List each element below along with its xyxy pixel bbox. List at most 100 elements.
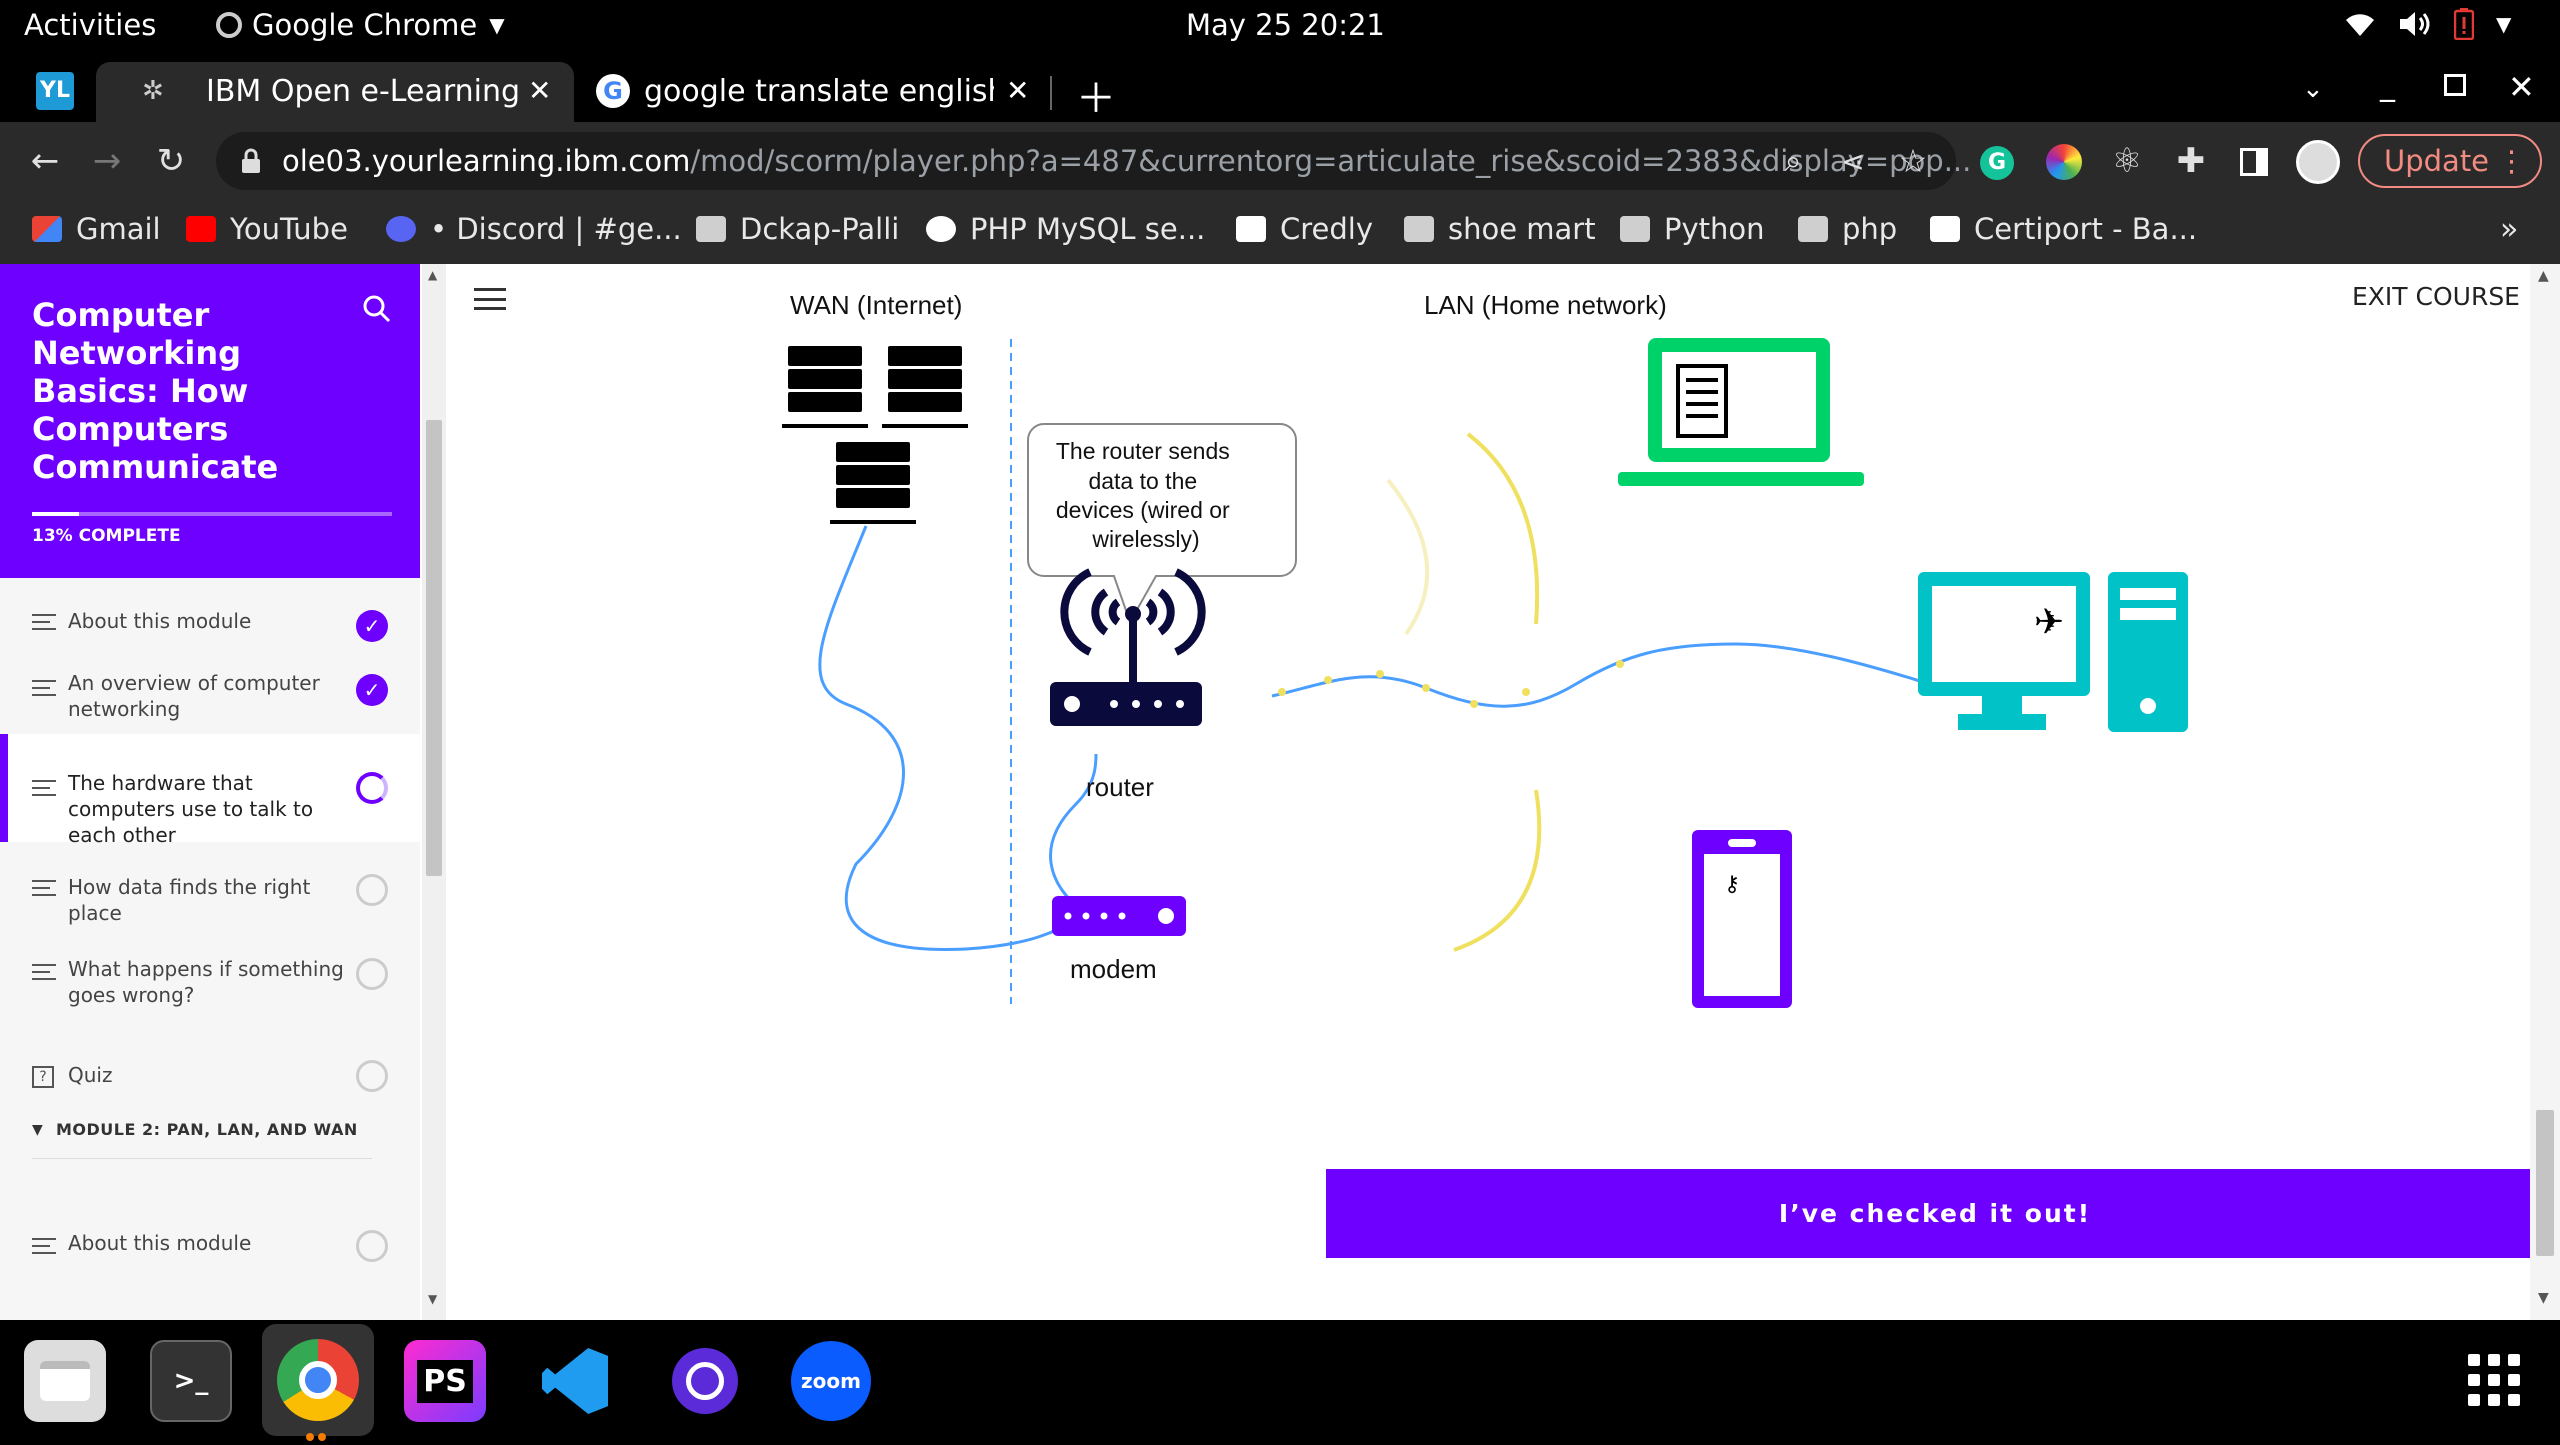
system-tray[interactable]: ▼ bbox=[2344, 8, 2511, 40]
callout-line: devices (wired or bbox=[1056, 497, 1230, 523]
tab-google-translate[interactable]: G google translate english t ✕ bbox=[582, 62, 1052, 122]
color-picker-extension-icon[interactable] bbox=[2046, 144, 2082, 180]
lesson-text-icon bbox=[32, 964, 56, 980]
bookmark-youtube[interactable]: YouTube bbox=[186, 212, 348, 246]
address-bar[interactable]: ole03.yourlearning.ibm.com/mod/scorm/pla… bbox=[216, 132, 1971, 190]
bookmark-star-icon[interactable]: ☆ bbox=[1888, 136, 1938, 186]
content-scrollbar[interactable]: ▲ ▼ bbox=[2530, 264, 2560, 1320]
bookmark-folder-dckap[interactable]: Dckap-Palli bbox=[696, 212, 899, 246]
bookmark-label: Credly bbox=[1280, 212, 1374, 246]
bookmark-label: php bbox=[1842, 212, 1898, 246]
lesson-label: Quiz bbox=[68, 1063, 113, 1087]
search-icon[interactable] bbox=[362, 294, 392, 324]
lesson-text-icon bbox=[32, 680, 56, 696]
activities-button[interactable]: Activities bbox=[24, 8, 156, 42]
show-apps-grid-icon[interactable] bbox=[2468, 1354, 2520, 1406]
router-label: router bbox=[1086, 772, 1154, 802]
bookmarks-overflow-icon[interactable]: » bbox=[2500, 212, 2518, 247]
bookmark-folder-python[interactable]: Python bbox=[1620, 212, 1765, 246]
lesson-label: About this module bbox=[68, 1231, 252, 1255]
close-icon[interactable]: ✕ bbox=[528, 74, 551, 107]
bookmark-credly[interactable]: Credly bbox=[1236, 212, 1373, 246]
scroll-up-arrow[interactable]: ▲ bbox=[2538, 268, 2549, 284]
running-indicator bbox=[306, 1426, 330, 1441]
close-window-button[interactable]: ✕ bbox=[2508, 68, 2535, 106]
cheese-app-icon[interactable] bbox=[664, 1340, 746, 1422]
new-tab-button[interactable]: ＋ bbox=[1076, 66, 1116, 124]
bookmark-php-mysql[interactable]: PHP MySQL se... bbox=[926, 212, 1205, 246]
lesson-label: What happens if something goes wrong? bbox=[68, 957, 344, 1007]
scroll-down-arrow[interactable]: ▼ bbox=[2538, 1290, 2549, 1306]
lesson-item[interactable]: What happens if something goes wrong? bbox=[0, 926, 420, 1026]
scrollbar-thumb[interactable] bbox=[426, 420, 442, 876]
divider bbox=[32, 1158, 372, 1159]
callout-line: wirelessly) bbox=[1091, 526, 1199, 552]
folder-icon bbox=[1620, 216, 1650, 242]
lesson-item-current[interactable]: The hardware that computers use to talk … bbox=[0, 734, 420, 847]
lesson-content: EXIT COURSE WAN (Internet) LAN (Home net… bbox=[446, 264, 2544, 1320]
back-button[interactable]: ← bbox=[20, 136, 70, 186]
volume-icon bbox=[2400, 12, 2430, 36]
phpstorm-app-icon[interactable]: PS bbox=[404, 1340, 486, 1422]
tab-ibm-elearning[interactable]: ✲ IBM Open e-Learning Eco ✕ bbox=[96, 62, 574, 122]
terminal-app-icon[interactable]: >_ bbox=[150, 1340, 232, 1422]
bookmark-certiport[interactable]: Certiport - Ba... bbox=[1930, 212, 2197, 246]
update-button[interactable]: Update ⋮ bbox=[2358, 134, 2542, 188]
extensions-puzzle-icon[interactable]: ✚ bbox=[2166, 136, 2216, 186]
react-devtools-icon[interactable]: ⚛ bbox=[2102, 136, 2152, 186]
module-heading-label: MODULE 2: PAN, LAN, AND WAN bbox=[56, 1120, 358, 1139]
system-top-bar: Activities Google Chrome ▼ May 25 20:21 … bbox=[0, 0, 2560, 54]
checked-it-out-button[interactable]: I’ve checked it out! bbox=[1326, 1169, 2544, 1258]
lesson-item[interactable]: ? Quiz bbox=[0, 1026, 420, 1116]
url-text[interactable]: ole03.yourlearning.ibm.com/mod/scorm/pla… bbox=[282, 144, 1971, 178]
gmail-icon bbox=[32, 216, 62, 242]
wifi-icon bbox=[2346, 14, 2374, 36]
credly-icon bbox=[1236, 216, 1266, 242]
reload-button[interactable]: ↻ bbox=[146, 136, 196, 186]
browser-toolbar: ← → ↻ ole03.yourlearning.ibm.com/mod/sco… bbox=[0, 122, 2560, 200]
scrollbar-thumb[interactable] bbox=[2536, 1110, 2554, 1256]
forward-button[interactable]: → bbox=[82, 136, 132, 186]
bookmark-folder-php[interactable]: php bbox=[1798, 212, 1897, 246]
scroll-up-arrow[interactable]: ▲ bbox=[428, 268, 437, 282]
clock[interactable]: May 25 20:21 bbox=[1186, 8, 1385, 42]
chrome-app-icon[interactable] bbox=[262, 1324, 374, 1436]
grammarly-extension-icon[interactable]: G bbox=[1980, 146, 2014, 180]
bookmark-label: Gmail bbox=[76, 212, 161, 246]
lesson-label: The hardware that computers use to talk … bbox=[68, 771, 314, 847]
tab-search-button[interactable]: ⌄ bbox=[2302, 74, 2324, 104]
lesson-item[interactable]: How data finds the right place bbox=[0, 842, 420, 926]
restore-button[interactable] bbox=[2444, 74, 2466, 96]
progress-fill bbox=[32, 512, 79, 516]
folder-icon bbox=[1798, 216, 1828, 242]
lesson-label: About this module bbox=[68, 609, 252, 633]
callout-line: The router sends bbox=[1056, 438, 1230, 464]
zoom-app-icon[interactable]: zoom bbox=[790, 1340, 872, 1422]
zoom-icon[interactable]: ⌕ bbox=[1768, 136, 1818, 186]
close-icon[interactable]: ✕ bbox=[1006, 74, 1029, 107]
side-panel-icon[interactable] bbox=[2240, 148, 2268, 176]
scroll-down-arrow[interactable]: ▼ bbox=[428, 1292, 437, 1306]
share-icon[interactable]: ⋖ bbox=[1828, 136, 1878, 186]
caret-down-icon: ▼ bbox=[32, 1122, 43, 1138]
bookmark-folder-shoe-mart[interactable]: shoe mart bbox=[1404, 212, 1596, 246]
wan-cable bbox=[818, 525, 1087, 952]
google-favicon: G bbox=[596, 74, 630, 108]
course-sidebar: Computer Networking Basics: How Computer… bbox=[0, 264, 420, 1320]
yourlearning-pinned-icon[interactable]: YL bbox=[36, 72, 74, 110]
callout-line: data to the bbox=[1088, 468, 1197, 494]
chevron-down-icon: ▼ bbox=[489, 13, 505, 37]
lan-cable bbox=[1271, 642, 1931, 708]
avatar[interactable] bbox=[2296, 140, 2340, 184]
sidebar-scrollbar[interactable]: ▲ ▼ bbox=[422, 264, 446, 1320]
bookmark-gmail[interactable]: Gmail bbox=[32, 212, 161, 246]
minimize-button[interactable]: _ bbox=[2380, 68, 2395, 103]
check-icon: ✓ bbox=[356, 610, 388, 642]
lesson-item[interactable]: About this module bbox=[0, 1186, 420, 1276]
vscode-app-icon[interactable] bbox=[534, 1340, 616, 1422]
tab-title: IBM Open e-Learning Eco bbox=[206, 74, 526, 109]
module-heading[interactable]: ▼ MODULE 2: PAN, LAN, AND WAN bbox=[0, 1116, 420, 1186]
bookmark-discord[interactable]: • Discord | #ge... bbox=[386, 212, 682, 246]
files-app-icon[interactable] bbox=[24, 1340, 106, 1422]
app-menu[interactable]: Google Chrome ▼ bbox=[216, 8, 505, 42]
